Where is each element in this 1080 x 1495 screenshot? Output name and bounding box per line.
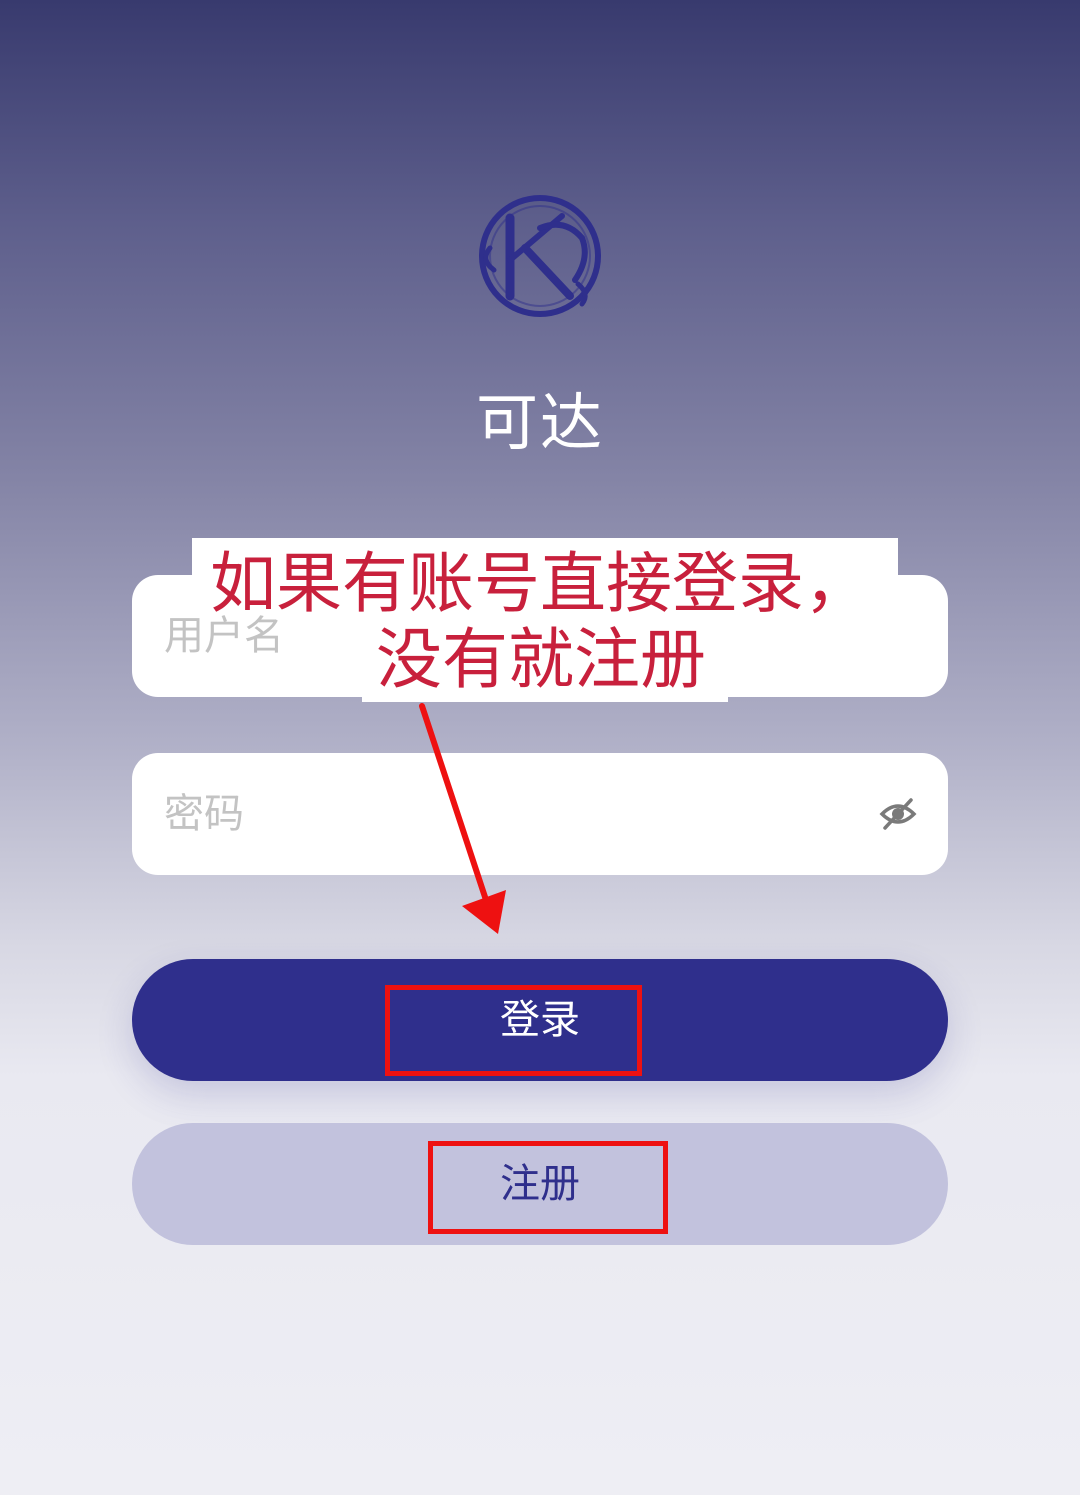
password-input[interactable] [164,753,844,875]
app-logo [479,195,601,317]
annotation-box-login [385,985,642,1076]
app-title: 可达 [475,386,604,459]
annotation-text-line2: 没有就注册 [362,620,728,702]
annotation-box-register [428,1141,668,1234]
eye-slash-icon[interactable] [878,794,918,834]
annotation-text-line1: 如果有账号直接登录， [192,538,898,622]
password-field[interactable] [132,753,948,875]
